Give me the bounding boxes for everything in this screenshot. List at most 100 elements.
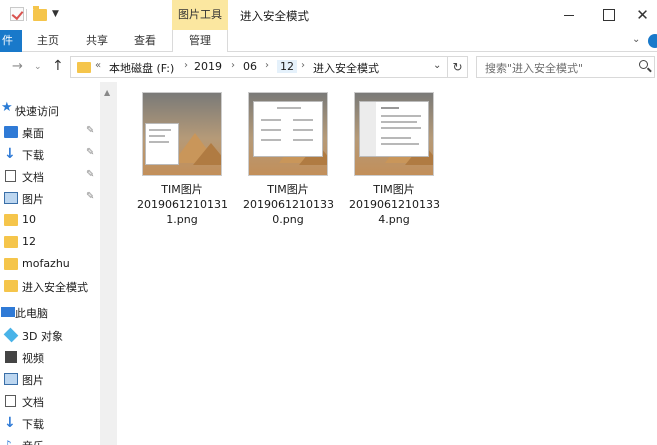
file-name-line: 2019061210133: [243, 198, 334, 211]
file-name-line: TIM图片: [267, 183, 309, 196]
download-icon: ↓: [4, 146, 16, 162]
sidebar-item-label: 文档: [22, 171, 44, 184]
address-dropdown-chevron-icon[interactable]: ⌄: [433, 60, 441, 71]
sidebar-item-music[interactable]: ♪ 音乐: [0, 435, 100, 445]
sidebar-item-pictures[interactable]: 图片 ✎: [0, 188, 100, 210]
sidebar-item-label: 图片: [22, 374, 44, 387]
document-icon: [5, 395, 16, 407]
breadcrumb-06[interactable]: 06: [243, 60, 257, 73]
folder-icon: [4, 280, 18, 292]
pin-icon[interactable]: ✎: [86, 125, 94, 136]
breadcrumb-2019[interactable]: 2019: [194, 60, 222, 73]
breadcrumb-12[interactable]: 12: [277, 60, 297, 73]
sidebar-item-3d-objects[interactable]: 3D 对象: [0, 325, 100, 347]
breadcrumb-separator-icon[interactable]: ›: [265, 60, 269, 71]
star-icon: ★: [1, 100, 13, 115]
search-icon[interactable]: [639, 60, 648, 69]
sidebar-item-this-pc[interactable]: 此电脑: [0, 302, 100, 324]
image-thumbnail: [354, 92, 434, 176]
file-list[interactable]: TIM图片 2019061210131 1.png TIM图片 20190612…: [117, 82, 657, 445]
sidebar-item-desktop[interactable]: 桌面 ✎: [0, 122, 100, 144]
navigation-bar: → ⌄ ↑ « 本地磁盘 (F:) › 2019 › 06 › 12 › 进入安…: [0, 52, 657, 82]
pin-icon[interactable]: ✎: [86, 191, 94, 202]
download-icon: ↓: [4, 415, 16, 431]
image-thumbnail: [248, 92, 328, 176]
sidebar-item-label: 此电脑: [15, 307, 48, 320]
search-placeholder: 搜索"进入安全模式": [485, 62, 584, 75]
sidebar-item-quick-access[interactable]: ★ 快速访问: [0, 100, 100, 122]
pin-icon[interactable]: ✎: [86, 169, 94, 180]
sidebar-item-label: mofazhu: [22, 257, 70, 270]
sidebar-item-folder-safe-mode[interactable]: 进入安全模式: [0, 276, 100, 298]
computer-icon: [1, 307, 15, 317]
sidebar-item-videos[interactable]: 视频: [0, 347, 100, 369]
tab-home[interactable]: 主页: [37, 30, 59, 52]
pictures-icon: [4, 192, 18, 204]
window-title: 进入安全模式: [240, 9, 309, 23]
help-icon[interactable]: [648, 34, 657, 48]
file-item[interactable]: TIM图片 2019061210133 0.png: [243, 92, 334, 227]
pin-icon[interactable]: ✎: [86, 147, 94, 158]
sidebar-item-label: 12: [22, 235, 36, 248]
address-folder-icon: [77, 62, 91, 73]
sidebar-item-label: 10: [22, 213, 36, 226]
sidebar-item-label: 音乐: [22, 438, 44, 445]
customize-toolbar-arrow-icon[interactable]: ▼: [52, 9, 59, 25]
navigation-pane-scrollbar[interactable]: ▲: [100, 82, 117, 445]
file-name: TIM图片 2019061210133 0.png: [243, 182, 334, 227]
sidebar-item-downloads-pc[interactable]: ↓ 下载: [0, 413, 100, 435]
close-button[interactable]: ✕: [628, 0, 657, 30]
folder-icon: [4, 214, 18, 226]
refresh-icon[interactable]: ↻: [448, 56, 468, 78]
pictures-icon: [4, 373, 18, 385]
file-item[interactable]: TIM图片 2019061210131 1.png: [137, 92, 228, 227]
file-name-line: 4.png: [378, 213, 410, 226]
document-icon: [5, 170, 16, 182]
search-input[interactable]: 搜索"进入安全模式": [476, 56, 655, 78]
file-name: TIM图片 2019061210133 4.png: [349, 182, 440, 227]
sidebar-item-folder-mofazhu[interactable]: mofazhu: [0, 254, 100, 276]
video-icon: [5, 351, 17, 363]
tab-view[interactable]: 查看: [134, 30, 156, 52]
ribbon-expand-chevron-icon[interactable]: ⌄: [632, 34, 640, 45]
3d-objects-icon: [3, 327, 19, 343]
forward-arrow-icon[interactable]: →: [12, 59, 23, 74]
breadcrumb-separator-icon[interactable]: ›: [231, 60, 235, 71]
tab-share[interactable]: 共享: [86, 30, 108, 52]
sidebar-item-label: 视频: [22, 352, 44, 365]
folder-icon: [4, 258, 18, 270]
breadcrumb-drive[interactable]: 本地磁盘 (F:): [109, 60, 174, 76]
sidebar-item-documents[interactable]: 文档 ✎: [0, 166, 100, 188]
sidebar-item-label: 文档: [22, 396, 44, 409]
scroll-up-arrow-icon[interactable]: ▲: [104, 88, 110, 97]
file-name-line: 0.png: [272, 213, 304, 226]
properties-check-icon[interactable]: [10, 7, 24, 21]
address-bar[interactable]: « 本地磁盘 (F:) › 2019 › 06 › 12 › 进入安全模式 ⌄: [70, 56, 448, 78]
navigation-pane: ★ 快速访问 桌面 ✎ ↓ 下载 ✎ 文档 ✎ 图片 ✎ 10 12 mofaz…: [0, 82, 108, 445]
breadcrumb-current-folder[interactable]: 进入安全模式: [313, 60, 379, 76]
tab-manage[interactable]: 管理: [172, 30, 228, 52]
address-overflow-icon[interactable]: «: [95, 60, 101, 71]
file-name: TIM图片 2019061210131 1.png: [137, 182, 228, 227]
minimize-button[interactable]: [548, 0, 592, 30]
quick-access-separator: [26, 9, 27, 21]
image-thumbnail: [142, 92, 222, 176]
maximize-button[interactable]: [588, 0, 632, 30]
breadcrumb-separator-icon[interactable]: ›: [184, 60, 188, 71]
up-arrow-icon[interactable]: ↑: [52, 58, 64, 74]
recent-locations-chevron-icon[interactable]: ⌄: [34, 62, 42, 72]
sidebar-item-downloads[interactable]: ↓ 下载 ✎: [0, 144, 100, 166]
desktop-icon: [4, 126, 18, 138]
file-name-line: TIM图片: [161, 183, 203, 196]
sidebar-item-folder-10[interactable]: 10: [0, 210, 100, 232]
sidebar-item-pictures-pc[interactable]: 图片: [0, 369, 100, 391]
breadcrumb-separator-icon[interactable]: ›: [301, 60, 305, 71]
new-folder-icon[interactable]: [33, 6, 47, 21]
file-name-line: 2019061210131: [137, 198, 228, 211]
picture-tools-context-tab: 图片工具: [172, 0, 228, 30]
sidebar-item-documents-pc[interactable]: 文档: [0, 391, 100, 413]
ribbon-tabs: 件 主页 共享 查看 管理 ⌄: [0, 30, 657, 52]
sidebar-item-folder-12[interactable]: 12: [0, 232, 100, 254]
tab-file[interactable]: 件: [0, 30, 22, 52]
file-item[interactable]: TIM图片 2019061210133 4.png: [349, 92, 440, 227]
